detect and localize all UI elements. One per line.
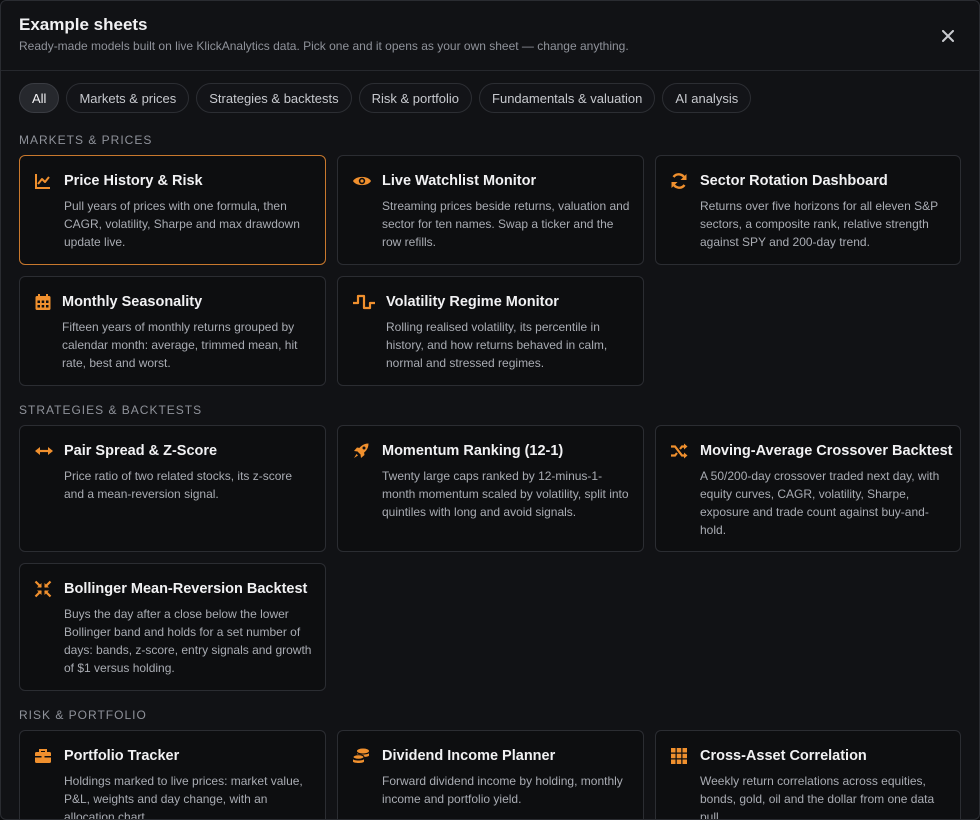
card-title: Live Watchlist Monitor — [382, 173, 537, 189]
dialog-header: Example sheets Ready-made models built o… — [1, 1, 979, 71]
compress-icon — [34, 580, 52, 598]
card-pair-spread-z-score[interactable]: Pair Spread & Z-Score Price ratio of two… — [19, 425, 326, 552]
card-title: Price History & Risk — [64, 173, 203, 189]
card-portfolio-tracker[interactable]: Portfolio Tracker Holdings marked to liv… — [19, 730, 326, 820]
card-description: Returns over five horizons for all eleve… — [700, 199, 938, 249]
dialog-title: Example sheets — [19, 15, 148, 34]
shuffle-icon — [670, 442, 688, 460]
card-cross-asset-correlation[interactable]: Cross-Asset Correlation Weekly return co… — [655, 730, 961, 820]
card-title: Bollinger Mean-Reversion Backtest — [64, 581, 308, 597]
filter-risk-portfolio[interactable]: Risk & portfolio — [358, 83, 473, 113]
filter-ai-analysis[interactable]: AI analysis — [662, 83, 752, 113]
card-live-watchlist-monitor[interactable]: Live Watchlist Monitor Streaming prices … — [337, 155, 644, 265]
filter-tabs: All Markets & prices Strategies & backte… — [19, 83, 752, 113]
card-title: Moving-Average Crossover Backtest — [700, 443, 953, 459]
filter-strategies-backtests[interactable]: Strategies & backtests — [196, 83, 352, 113]
rotate-icon — [670, 172, 688, 190]
example-sheets-dialog: Example sheets Ready-made models built o… — [0, 0, 980, 820]
square-wave-icon — [352, 293, 376, 311]
close-icon — [942, 30, 954, 42]
briefcase-icon — [34, 747, 52, 765]
filter-markets-prices[interactable]: Markets & prices — [66, 83, 190, 113]
section-label-markets-prices: MARKETS & PRICES — [19, 133, 153, 147]
eye-icon — [352, 172, 372, 190]
card-description: Pull years of prices with one formula, t… — [64, 199, 300, 249]
filter-all[interactable]: All — [19, 83, 60, 113]
section-label-strategies-backtests: STRATEGIES & BACKTESTS — [19, 403, 203, 417]
close-button[interactable] — [937, 25, 959, 47]
card-title: Cross-Asset Correlation — [700, 748, 867, 764]
card-description: Buys the day after a close below the low… — [64, 607, 312, 675]
card-description: A 50/200-day crossover traded next day, … — [700, 469, 940, 537]
arrows-horizontal-icon — [34, 442, 54, 460]
coins-icon — [352, 747, 370, 765]
dialog-subtitle: Ready-made models built on live KlickAna… — [19, 39, 629, 53]
card-title: Dividend Income Planner — [382, 748, 556, 764]
card-description: Forward dividend income by holding, mont… — [382, 774, 623, 806]
card-description: Fifteen years of monthly returns grouped… — [62, 320, 298, 370]
filter-fundamentals-valuation[interactable]: Fundamentals & valuation — [479, 83, 656, 113]
card-price-history-risk[interactable]: Price History & Risk Pull years of price… — [19, 155, 326, 265]
card-momentum-ranking[interactable]: Momentum Ranking (12-1) Twenty large cap… — [337, 425, 644, 552]
card-dividend-income-planner[interactable]: Dividend Income Planner Forward dividend… — [337, 730, 644, 819]
card-volatility-regime-monitor[interactable]: Volatility Regime Monitor Rolling realis… — [337, 276, 644, 386]
card-moving-average-crossover-backtest[interactable]: Moving-Average Crossover Backtest A 50/2… — [655, 425, 961, 552]
card-monthly-seasonality[interactable]: Monthly Seasonality Fifteen years of mon… — [19, 276, 326, 386]
calendar-icon — [34, 293, 52, 311]
section-label-risk-portfolio: RISK & PORTFOLIO — [19, 708, 147, 722]
card-bollinger-mean-reversion-backtest[interactable]: Bollinger Mean-Reversion Backtest Buys t… — [19, 563, 326, 691]
card-title: Monthly Seasonality — [62, 294, 203, 310]
card-description: Holdings marked to live prices: market v… — [64, 774, 303, 820]
card-title: Portfolio Tracker — [64, 748, 180, 764]
card-description: Rolling realised volatility, its percent… — [386, 320, 608, 370]
card-title: Volatility Regime Monitor — [386, 294, 559, 310]
chart-line-icon — [34, 172, 52, 190]
rocket-icon — [352, 442, 370, 460]
card-title: Pair Spread & Z-Score — [64, 443, 218, 459]
card-description: Price ratio of two related stocks, its z… — [64, 469, 293, 501]
card-sector-rotation-dashboard[interactable]: Sector Rotation Dashboard Returns over f… — [655, 155, 961, 265]
card-title: Momentum Ranking (12-1) — [382, 443, 564, 459]
card-description: Streaming prices beside returns, valuati… — [382, 199, 630, 249]
card-description: Weekly return correlations across equiti… — [700, 774, 935, 820]
card-description: Twenty large caps ranked by 12-minus-1-m… — [382, 469, 629, 519]
grid-icon — [670, 747, 688, 765]
card-title: Sector Rotation Dashboard — [700, 173, 888, 189]
